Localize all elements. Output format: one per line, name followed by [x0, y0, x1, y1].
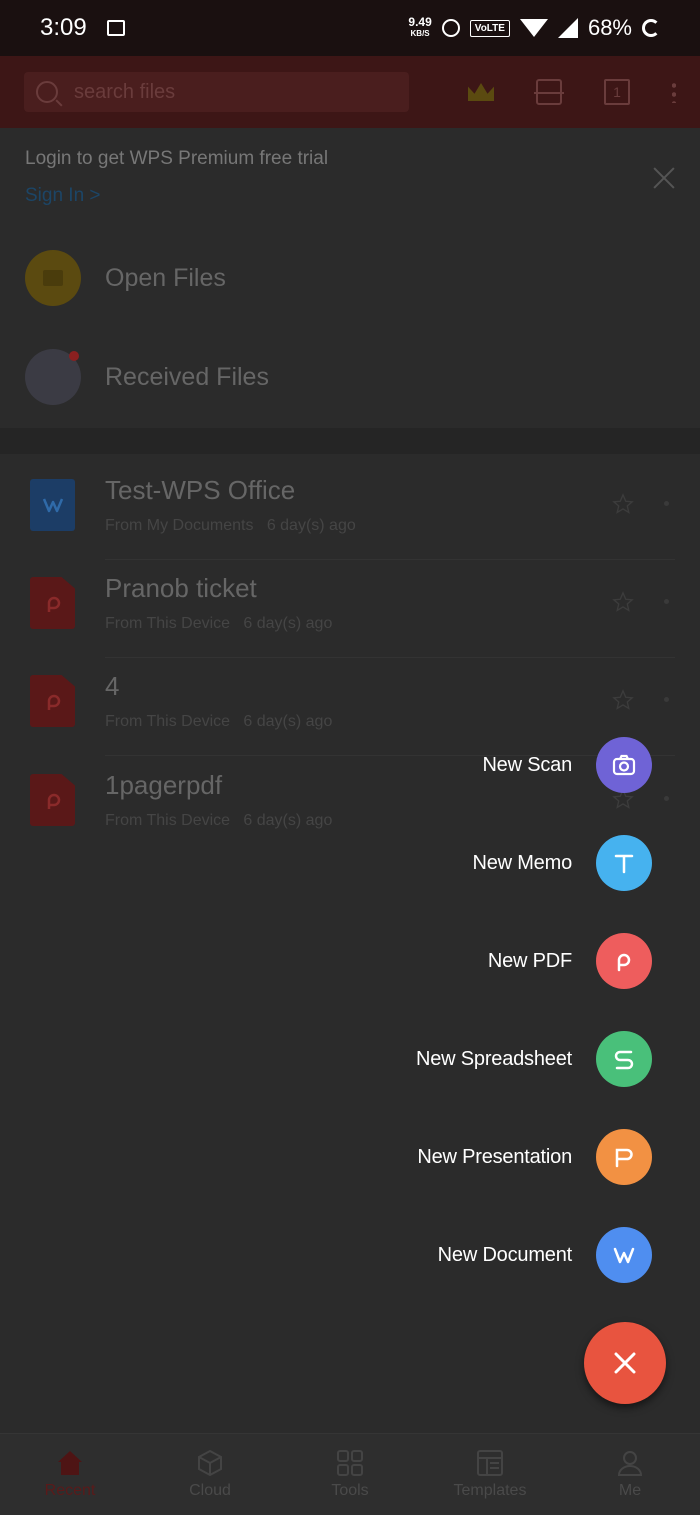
pdf-file-icon	[30, 577, 75, 629]
wifi-icon	[519, 19, 548, 37]
file-meta: From My Documents 6 day(s) ago	[105, 517, 356, 534]
templates-icon	[477, 1450, 503, 1476]
fab-close-button[interactable]	[584, 1322, 666, 1404]
fab-label: New Spreadsheet	[416, 1047, 572, 1070]
nav-tools[interactable]: Tools	[280, 1434, 420, 1515]
close-icon[interactable]	[652, 166, 676, 190]
alarm-icon	[441, 19, 460, 37]
writer-file-icon	[30, 479, 75, 531]
search-icon	[36, 81, 58, 103]
received-icon	[25, 349, 81, 405]
fab-label: New Presentation	[417, 1145, 572, 1168]
more-icon[interactable]	[664, 501, 669, 506]
status-icons: 9.49 KB/S VoLTE 68%	[408, 15, 660, 41]
more-icon[interactable]	[664, 796, 669, 801]
nav-label: Templates	[453, 1482, 527, 1499]
battery-ring-icon	[642, 19, 660, 37]
signal-icon	[557, 18, 578, 38]
quick-item-label: Open Files	[105, 263, 226, 292]
nav-recent[interactable]: Recent	[0, 1434, 140, 1515]
app-bar: search files 1	[0, 56, 700, 128]
quick-item-open-files[interactable]: Open Files	[25, 250, 675, 306]
spreadsheet-icon[interactable]	[596, 1031, 652, 1087]
fab-new-pdf[interactable]: New PDF	[488, 933, 652, 989]
scan-icon[interactable]	[534, 79, 564, 105]
fab-new-spreadsheet[interactable]: New Spreadsheet	[416, 1031, 652, 1087]
file-meta: From This Device 6 day(s) ago	[105, 713, 333, 730]
nav-me[interactable]: Me	[560, 1434, 700, 1515]
nav-templates[interactable]: Templates	[420, 1434, 560, 1515]
star-icon[interactable]	[612, 493, 634, 515]
nav-label: Recent	[44, 1482, 96, 1499]
camera-icon[interactable]	[596, 737, 652, 793]
file-name: 4	[105, 671, 120, 701]
fab-new-document[interactable]: New Document	[438, 1227, 652, 1283]
more-vert-icon[interactable]	[672, 81, 676, 103]
nav-label: Tools	[331, 1482, 369, 1499]
cloud-icon	[198, 1449, 222, 1477]
fab-label: New PDF	[487, 949, 572, 972]
status-bar: 3:09 9.49 KB/S VoLTE 68%	[0, 0, 700, 56]
window-count-icon[interactable]: 1	[604, 79, 630, 105]
fab-label: New Document	[437, 1243, 573, 1266]
volte-badge: VoLTE	[469, 19, 510, 37]
document-icon[interactable]	[596, 1227, 652, 1283]
crown-icon[interactable]	[468, 83, 494, 101]
star-icon[interactable]	[612, 689, 634, 711]
pdf-file-icon	[30, 774, 75, 826]
nav-label: Cloud	[189, 1482, 231, 1499]
file-name: 1pagerpdf	[105, 770, 223, 800]
fab-new-scan[interactable]: New Scan	[482, 737, 652, 793]
app-bar-actions: 1	[468, 79, 676, 105]
file-name: Pranob ticket	[105, 573, 257, 603]
fab-new-presentation[interactable]: New Presentation	[417, 1129, 652, 1185]
search-input[interactable]: search files	[24, 72, 409, 112]
presentation-icon[interactable]	[596, 1129, 652, 1185]
nav-label: Me	[618, 1482, 642, 1499]
grid-icon	[337, 1450, 363, 1476]
file-row[interactable]: Pranob ticket From This Device 6 day(s) …	[30, 573, 675, 675]
pdf-file-icon	[30, 675, 75, 727]
network-speed: 9.49 KB/S	[408, 15, 432, 38]
section-divider	[0, 428, 700, 454]
image-notification-icon	[106, 20, 125, 36]
more-icon[interactable]	[664, 599, 669, 604]
pdf-icon[interactable]	[596, 933, 652, 989]
folder-icon	[25, 250, 81, 306]
quick-item-label: Received Files	[105, 362, 269, 391]
premium-banner-text: Login to get WPS Premium free trial	[25, 148, 329, 169]
file-meta: From This Device 6 day(s) ago	[105, 812, 333, 829]
bottom-nav: Recent Cloud Tools Templates Me	[0, 1433, 700, 1515]
fab-label: New Scan	[482, 753, 572, 776]
sign-in-link[interactable]: Sign In >	[25, 185, 101, 207]
file-row[interactable]: Test-WPS Office From My Documents 6 day(…	[30, 475, 675, 577]
file-meta: From This Device 6 day(s) ago	[105, 615, 333, 632]
fab-new-memo[interactable]: New Memo	[472, 835, 652, 891]
person-icon	[617, 1451, 643, 1476]
search-placeholder: search files	[74, 80, 176, 103]
status-time: 3:09	[40, 14, 87, 41]
star-icon[interactable]	[612, 591, 634, 613]
home-icon	[58, 1451, 82, 1475]
memo-icon[interactable]	[596, 835, 652, 891]
fab-label: New Memo	[472, 851, 572, 874]
more-icon[interactable]	[664, 697, 669, 702]
battery-percent: 68%	[587, 15, 632, 40]
close-icon	[614, 1352, 636, 1374]
quick-item-received-files[interactable]: Received Files	[25, 349, 675, 405]
nav-cloud[interactable]: Cloud	[140, 1434, 280, 1515]
file-name: Test-WPS Office	[105, 475, 296, 505]
